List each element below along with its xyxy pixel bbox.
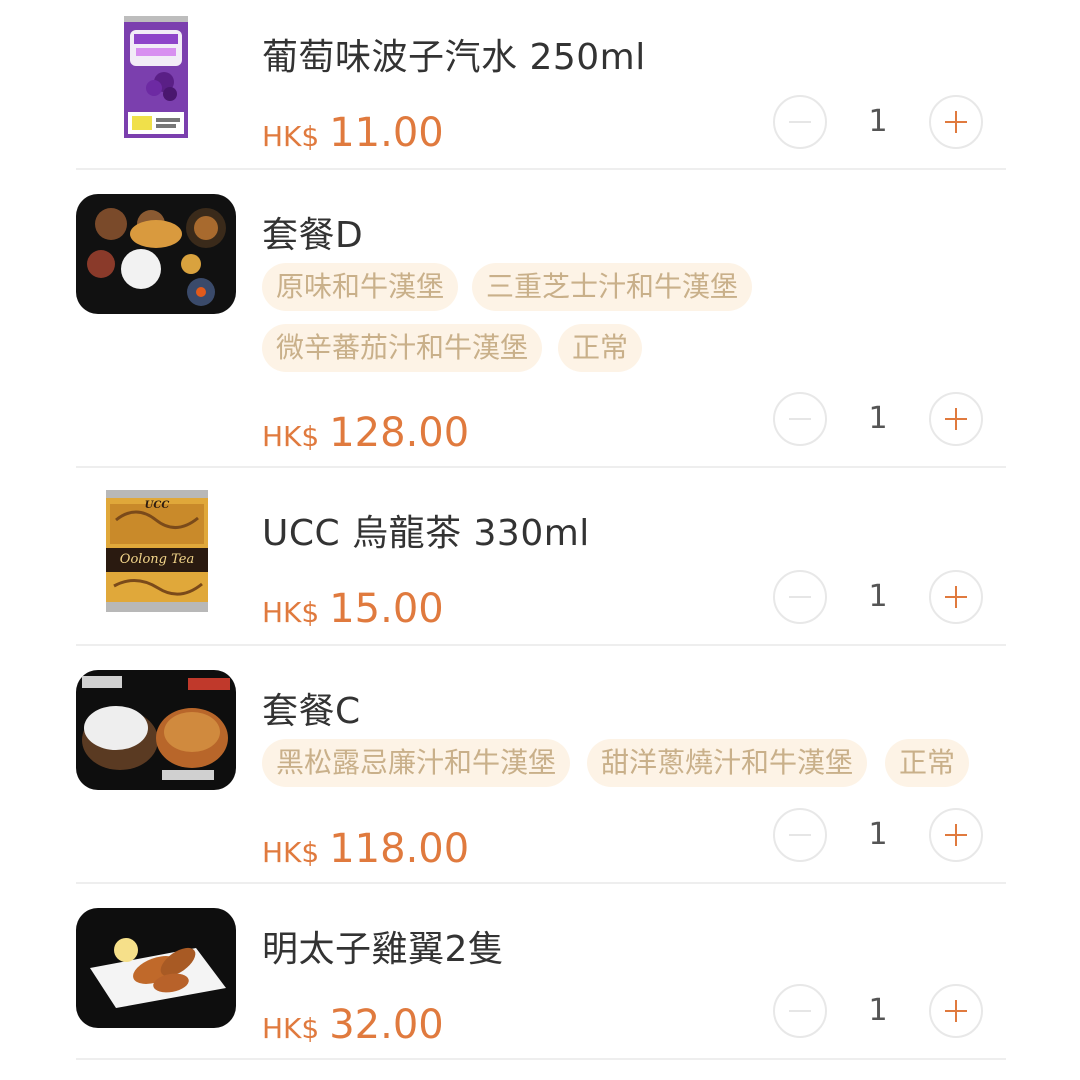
minus-icon (775, 810, 825, 860)
decrease-quantity-button[interactable] (773, 392, 827, 446)
option-tag: 微辛蕃茄汁和牛漢堡 (262, 324, 543, 372)
option-tag: 甜洋蔥燒汁和牛漢堡 (587, 739, 868, 787)
plus-icon (931, 394, 981, 444)
minus-icon (775, 986, 825, 1036)
increase-quantity-button[interactable] (929, 392, 983, 446)
currency-label: HK$ (262, 836, 320, 869)
option-tags: 黑松露忌廉汁和牛漢堡 甜洋蔥燒汁和牛漢堡 正常 (262, 739, 1002, 789)
plus-icon (931, 97, 981, 147)
option-tag: 正常 (558, 324, 643, 372)
increase-quantity-button[interactable] (929, 808, 983, 862)
option-tags: 原味和牛漢堡 三重芝士汁和牛漢堡 微辛蕃茄汁和牛漢堡 正常 (262, 263, 1002, 373)
price-amount: 128.00 (329, 410, 470, 456)
decrease-quantity-button[interactable] (773, 95, 827, 149)
set-meal-tray-icon (76, 194, 236, 314)
can-label-text: Oolong Tea (119, 552, 195, 567)
cart-item-list: 葡萄味波子汽水 250ml HK$ 11.00 1 套餐D 原味和牛漢堡 三重芝… (0, 0, 1080, 1080)
quantity-value: 1 (868, 104, 888, 139)
decrease-quantity-button[interactable] (773, 570, 827, 624)
quantity-value: 1 (868, 401, 888, 436)
item-price: HK$ 128.00 (262, 410, 469, 456)
item-name: 葡萄味波子汽水 250ml (262, 37, 646, 78)
item-price: HK$ 118.00 (262, 826, 469, 872)
item-name: 明太子雞翼2隻 (262, 929, 505, 970)
minus-icon (775, 394, 825, 444)
currency-label: HK$ (262, 596, 320, 629)
cart-item: 葡萄味波子汽水 250ml HK$ 11.00 1 (0, 0, 1080, 170)
option-tag: 原味和牛漢堡 (262, 263, 459, 311)
currency-label: HK$ (262, 420, 320, 453)
can-brand-text: UCC (144, 500, 170, 511)
plus-icon (931, 986, 981, 1036)
decrease-quantity-button[interactable] (773, 984, 827, 1038)
quantity-value: 1 (868, 993, 888, 1028)
item-name: 套餐D (262, 215, 364, 256)
hamburg-steak-icon (76, 670, 236, 790)
plus-icon (931, 810, 981, 860)
quantity-value: 1 (868, 579, 888, 614)
plus-icon (931, 572, 981, 622)
option-tag: 正常 (885, 739, 970, 787)
minus-icon (775, 572, 825, 622)
item-name: 套餐C (262, 691, 361, 732)
minus-icon (775, 97, 825, 147)
item-price: HK$ 32.00 (262, 1002, 444, 1048)
oolong-tea-can-icon: UCC Oolong Tea (106, 490, 208, 612)
increase-quantity-button[interactable] (929, 95, 983, 149)
price-amount: 118.00 (329, 826, 470, 872)
price-amount: 11.00 (329, 110, 444, 156)
decrease-quantity-button[interactable] (773, 808, 827, 862)
price-amount: 15.00 (329, 586, 444, 632)
grape-soda-can-icon (124, 16, 188, 138)
divider (76, 1058, 1006, 1060)
currency-label: HK$ (262, 120, 320, 153)
increase-quantity-button[interactable] (929, 570, 983, 624)
item-name: UCC 烏龍茶 330ml (262, 513, 590, 554)
increase-quantity-button[interactable] (929, 984, 983, 1038)
cart-item: 明太子雞翼2隻 HK$ 32.00 1 (0, 884, 1080, 1062)
chicken-wings-icon (76, 908, 236, 1028)
item-price: HK$ 11.00 (262, 110, 444, 156)
currency-label: HK$ (262, 1012, 320, 1045)
option-tag: 三重芝士汁和牛漢堡 (472, 263, 753, 311)
cart-item: UCC Oolong Tea UCC 烏龍茶 330ml HK$ 15.00 1 (0, 468, 1080, 646)
item-price: HK$ 15.00 (262, 586, 444, 632)
quantity-value: 1 (868, 817, 888, 852)
option-tag: 黑松露忌廉汁和牛漢堡 (262, 739, 571, 787)
cart-item: 套餐D 原味和牛漢堡 三重芝士汁和牛漢堡 微辛蕃茄汁和牛漢堡 正常 HK$ 128… (0, 170, 1080, 468)
price-amount: 32.00 (329, 1002, 444, 1048)
cart-item: 套餐C 黑松露忌廉汁和牛漢堡 甜洋蔥燒汁和牛漢堡 正常 HK$ 118.00 1 (0, 646, 1080, 884)
